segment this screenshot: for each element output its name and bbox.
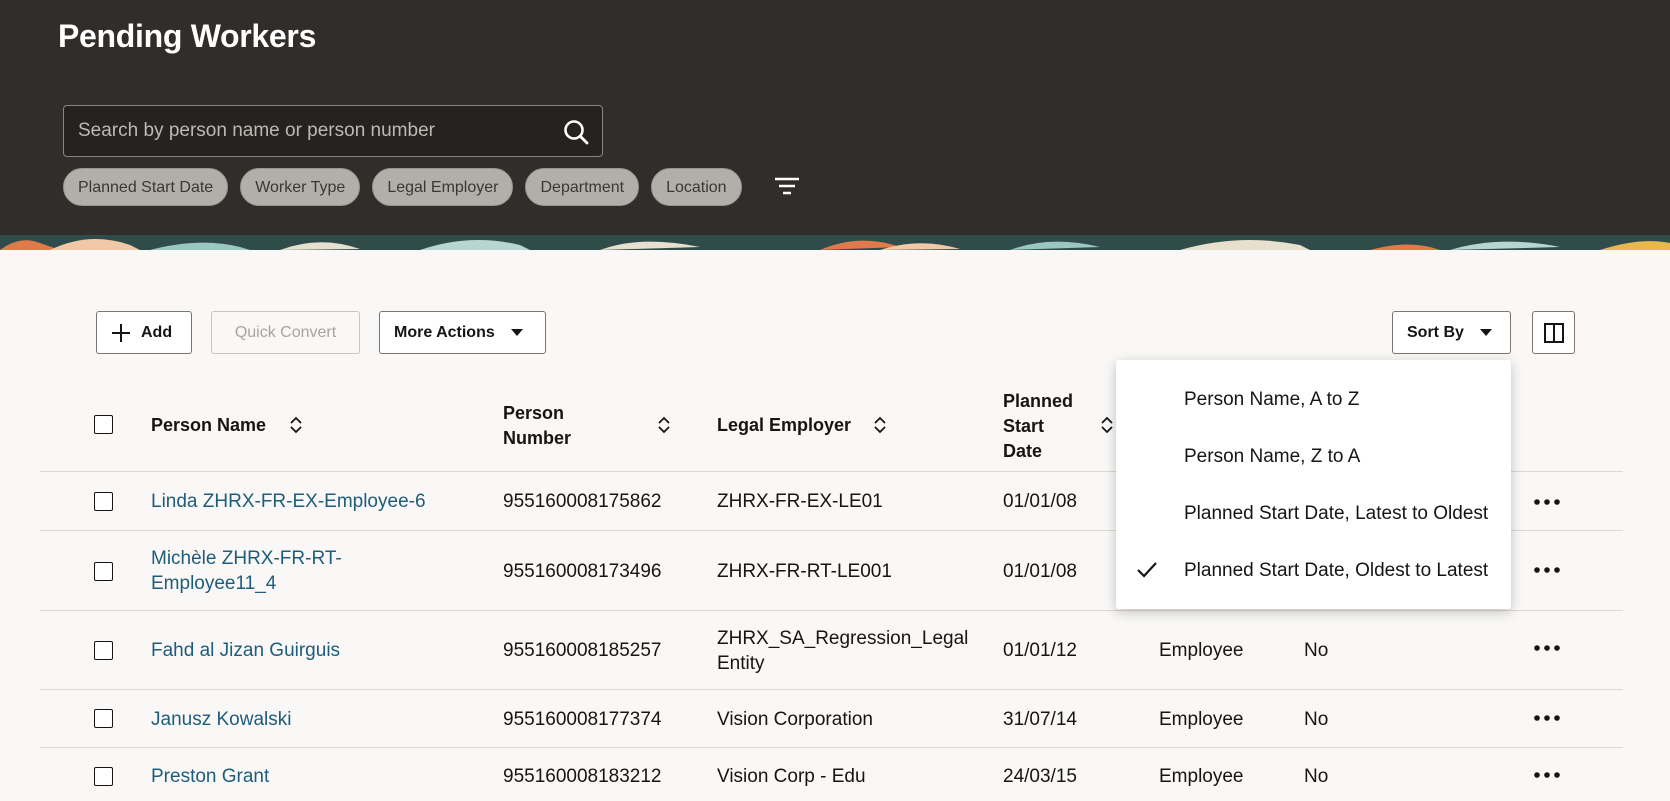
search-box[interactable] [63,105,603,157]
chevron-down-icon [510,329,523,336]
person-number: 955160008175862 [503,491,662,512]
more-options-icon[interactable] [1533,644,1561,652]
more-actions-label: More Actions [394,323,495,341]
person-number: 955160008185257 [503,640,662,661]
sort-by-button[interactable]: Sort By [1392,311,1511,354]
chip-location[interactable]: Location [651,168,742,206]
planned-start-date: 01/01/08 [1003,561,1077,582]
sort-icon[interactable] [657,415,671,435]
check-icon [1137,562,1157,578]
legal-employer: ZHRX-FR-RT-LE001 [717,561,892,582]
chip-planned-start-date[interactable]: Planned Start Date [63,168,229,206]
column-planned-start-line1: Planned [1003,391,1074,411]
row-flag: No [1304,640,1329,661]
add-button[interactable]: Add [96,311,192,354]
sort-option-label: Planned Start Date, Oldest to Latest [1184,560,1489,581]
table-row: Fahd al Jizan Guirguis 955160008185257 Z… [40,611,1623,690]
person-name-link[interactable]: Linda ZHRX-FR-EX-Employee-6 [151,489,426,514]
row-checkbox[interactable] [94,562,113,581]
column-planned-start-date[interactable]: Planned Start Date [1003,389,1073,464]
row-checkbox[interactable] [94,767,113,786]
search-input[interactable] [78,106,548,156]
search-icon[interactable] [562,118,590,146]
row-checkbox[interactable] [94,709,113,728]
legal-employer: Vision Corporation [717,709,873,730]
page-title: Pending Workers [58,18,317,54]
worker-type: Employee [1159,709,1244,730]
row-flag: No [1304,766,1329,787]
row-checkbox[interactable] [94,641,113,660]
person-number: 955160008177374 [503,709,662,730]
filter-chips: Planned Start Date Worker Type Legal Emp… [63,168,742,206]
quick-convert-label: Quick Convert [234,323,337,341]
planned-start-date: 01/01/12 [1003,640,1077,661]
worker-type: Employee [1159,766,1244,787]
planned-start-date: 24/03/15 [1003,766,1077,787]
table-row: Janusz Kowalski 955160008177374 Vision C… [40,690,1623,748]
chip-worker-type[interactable]: Worker Type [240,168,361,206]
legal-employer-line2: Entity [717,653,765,674]
select-all-checkbox[interactable] [94,415,113,434]
column-person-number-line2: Number [503,428,572,448]
column-planned-start-line3: Date [1003,441,1043,461]
person-number: 955160008183212 [503,766,662,787]
sort-option-name-a-z[interactable]: Person Name, A to Z [1116,371,1511,428]
add-button-label: Add [141,323,173,341]
planned-start-date: 31/07/14 [1003,709,1077,730]
legal-employer: ZHRX-FR-EX-LE01 [717,491,883,512]
worker-type: Employee [1159,640,1244,661]
sort-option-name-z-a[interactable]: Person Name, Z to A [1116,428,1511,485]
columns-icon [1543,322,1564,343]
row-flag: No [1304,709,1329,730]
column-planned-start-line2: Start [1003,416,1045,436]
person-name-line1: Michèle ZHRX-FR-RT- [151,548,342,569]
column-person-name[interactable]: Person Name [151,413,266,438]
plus-icon [112,323,130,342]
sort-by-menu: Person Name, A to Z Person Name, Z to A … [1116,360,1511,609]
person-number: 955160008173496 [503,561,662,582]
more-actions-button[interactable]: More Actions [379,311,546,354]
table-row: Preston Grant 955160008183212 Vision Cor… [40,748,1623,801]
person-name-line2: Employee11_4 [151,573,277,594]
legal-employer-line1: ZHRX_SA_Regression_Legal [717,628,969,649]
more-options-icon[interactable] [1533,566,1561,574]
quick-convert-button[interactable]: Quick Convert [211,311,360,354]
chip-department[interactable]: Department [525,168,640,206]
legal-employer: ZHRX_SA_Regression_Legal Entity [717,626,968,676]
person-name-link[interactable]: Janusz Kowalski [151,707,291,732]
column-legal-employer[interactable]: Legal Employer [717,413,851,438]
chip-legal-employer[interactable]: Legal Employer [372,168,514,206]
filter-icon[interactable] [772,172,802,202]
legal-employer: Vision Corp - Edu [717,766,866,787]
column-person-number-line1: Person [503,403,565,423]
sort-option-date-latest-oldest[interactable]: Planned Start Date, Latest to Oldest [1116,485,1511,542]
more-options-icon[interactable] [1533,498,1561,506]
planned-start-date: 01/01/08 [1003,491,1077,512]
chevron-down-icon [1479,329,1492,336]
row-checkbox[interactable] [94,492,113,511]
sort-by-label: Sort By [1407,323,1464,341]
sort-option-date-oldest-latest[interactable]: Planned Start Date, Oldest to Latest [1116,542,1511,599]
person-name-link[interactable]: Preston Grant [151,764,269,789]
person-name-link[interactable]: Fahd al Jizan Guirguis [151,638,340,663]
page-header: Pending Workers Planned Start Date Worke… [0,0,1670,235]
more-options-icon[interactable] [1533,714,1561,722]
column-layout-button[interactable] [1532,311,1575,354]
sort-icon[interactable] [873,415,887,435]
more-options-icon[interactable] [1533,771,1561,779]
column-person-number[interactable]: Person Number [503,401,571,451]
person-name-link[interactable]: Michèle ZHRX-FR-RT- Employee11_4 [151,546,342,596]
sort-icon[interactable] [289,415,303,435]
decorative-banner [0,235,1670,250]
sort-icon[interactable] [1100,415,1114,435]
